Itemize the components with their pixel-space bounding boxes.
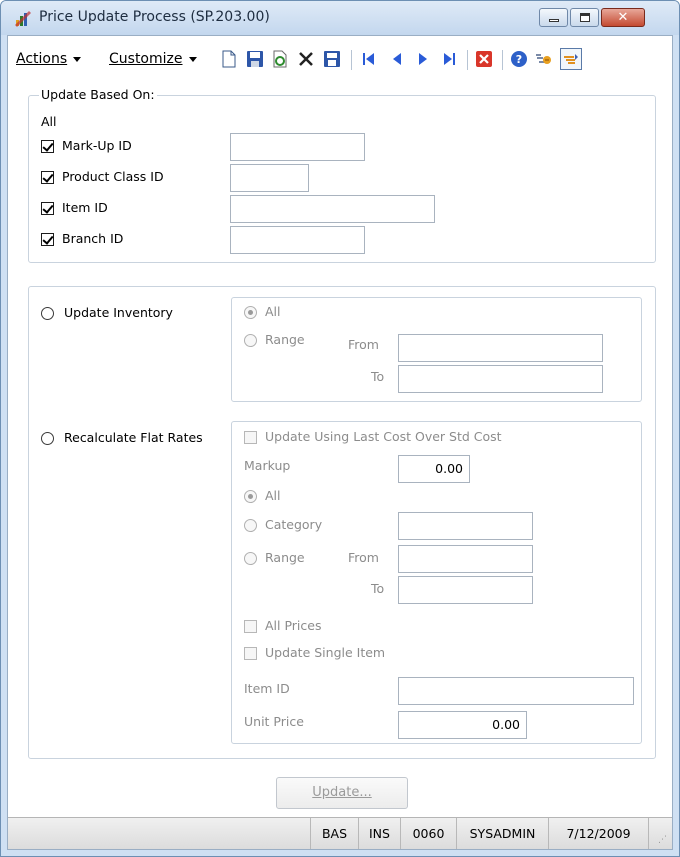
product-class-id-checkbox[interactable] xyxy=(41,171,54,184)
inventory-all-radio[interactable] xyxy=(244,306,257,319)
flat-rates-to-label: To xyxy=(371,581,385,596)
status-insert: INS xyxy=(358,818,400,849)
close-window-button[interactable]: ✕ xyxy=(601,8,645,27)
product-class-id-label: Product Class ID xyxy=(62,169,164,184)
window-title: Price Update Process (SP.203.00) xyxy=(39,9,270,25)
flat-rates-all-radio[interactable] xyxy=(244,490,257,503)
flat-rates-to-input[interactable] xyxy=(398,576,533,604)
update-button[interactable]: Update... xyxy=(276,777,408,809)
minimize-icon xyxy=(549,19,559,22)
category-radio[interactable] xyxy=(244,519,257,532)
minimize-button[interactable] xyxy=(539,8,568,27)
update-button-label: Update... xyxy=(312,785,372,800)
item-id-checkbox[interactable] xyxy=(41,202,54,215)
update-single-item-checkbox[interactable] xyxy=(244,647,257,660)
status-date: 7/12/2009 xyxy=(548,818,648,849)
actions-menu-label: Actions xyxy=(16,51,68,67)
app-logo-icon xyxy=(15,11,31,27)
use-last-cost-checkbox[interactable] xyxy=(244,431,257,444)
toolbar-separator xyxy=(467,50,468,70)
refresh-icon[interactable] xyxy=(271,50,289,68)
inventory-to-input[interactable] xyxy=(398,365,603,393)
new-document-icon[interactable] xyxy=(220,50,238,68)
inventory-from-label: From xyxy=(348,337,379,352)
flat-rates-all-label: All xyxy=(265,488,281,503)
update-inventory-radio[interactable] xyxy=(41,307,54,320)
maximize-icon xyxy=(580,13,590,22)
resize-grip-icon[interactable]: ⋰ xyxy=(658,835,668,845)
unit-price-label: Unit Price xyxy=(244,714,304,729)
inventory-range-radio[interactable] xyxy=(244,334,257,347)
cancel-icon[interactable] xyxy=(475,50,493,68)
customize-fields-icon[interactable] xyxy=(560,48,582,70)
single-item-id-input[interactable] xyxy=(398,677,634,705)
toolbar-separator xyxy=(502,50,503,70)
status-user: SYSADMIN xyxy=(456,818,548,849)
toolbar-separator xyxy=(351,50,352,70)
branch-id-input[interactable] xyxy=(230,226,365,254)
flat-rates-from-input[interactable] xyxy=(398,545,533,573)
previous-record-icon[interactable] xyxy=(388,50,406,68)
markup-input[interactable]: 0.00 xyxy=(398,455,470,483)
all-prices-checkbox[interactable] xyxy=(244,620,257,633)
actions-menu[interactable]: Actions xyxy=(16,51,82,67)
markup-id-checkbox[interactable] xyxy=(41,140,54,153)
update-single-item-label: Update Single Item xyxy=(265,645,386,660)
category-label: Category xyxy=(265,517,323,532)
all-prices-label: All Prices xyxy=(265,618,322,633)
product-class-id-input[interactable] xyxy=(230,164,309,192)
status-bar: BAS INS 0060 SYSADMIN 7/12/2009 ⋰ xyxy=(8,817,672,849)
markup-id-input[interactable] xyxy=(230,133,365,161)
status-mode: BAS xyxy=(310,818,358,849)
app-window: Price Update Process (SP.203.00) ✕ Actio… xyxy=(0,0,680,857)
inventory-to-label: To xyxy=(371,369,385,384)
markup-id-label: Mark-Up ID xyxy=(62,138,132,153)
markup-label: Markup xyxy=(244,458,291,473)
use-last-cost-label: Update Using Last Cost Over Std Cost xyxy=(265,429,502,444)
first-record-icon[interactable] xyxy=(360,50,378,68)
customize-menu-label: Customize xyxy=(109,51,183,67)
flat-rates-range-radio[interactable] xyxy=(244,552,257,565)
maximize-button[interactable] xyxy=(570,8,599,27)
delete-icon[interactable] xyxy=(297,50,315,68)
update-inventory-label: Update Inventory xyxy=(64,305,173,320)
close-icon: ✕ xyxy=(617,10,629,25)
item-id-label: Item ID xyxy=(62,200,108,215)
magic-wand-icon[interactable] xyxy=(535,50,553,68)
recalculate-flat-rates-radio[interactable] xyxy=(41,432,54,445)
chevron-down-icon xyxy=(188,56,197,62)
help-icon[interactable]: ? xyxy=(510,50,528,68)
chevron-down-icon xyxy=(73,56,82,62)
inventory-range-label: Range xyxy=(265,332,305,347)
inventory-all-label: All xyxy=(265,304,281,319)
branch-id-label: Branch ID xyxy=(62,231,124,246)
form-client-area: Actions Customize ? Update Based On: All… xyxy=(7,35,673,850)
recalculate-flat-rates-label: Recalculate Flat Rates xyxy=(64,430,203,445)
customize-menu[interactable]: Customize xyxy=(109,51,197,67)
update-based-on-all-label: All xyxy=(41,114,57,129)
toolbar: Actions Customize ? xyxy=(8,36,672,82)
svg-text:?: ? xyxy=(516,53,522,66)
status-company: 0060 xyxy=(400,818,456,849)
branch-id-checkbox[interactable] xyxy=(41,233,54,246)
flat-rates-from-label: From xyxy=(348,550,379,565)
last-record-icon[interactable] xyxy=(440,50,458,68)
item-id-input[interactable] xyxy=(230,195,435,223)
category-input[interactable] xyxy=(398,512,533,540)
update-based-on-legend: Update Based On: xyxy=(39,87,157,102)
save-all-icon[interactable] xyxy=(323,50,341,68)
save-icon[interactable] xyxy=(246,50,264,68)
single-item-id-label: Item ID xyxy=(244,681,290,696)
unit-price-input[interactable]: 0.00 xyxy=(398,711,527,739)
title-bar[interactable]: Price Update Process (SP.203.00) ✕ xyxy=(1,1,679,35)
inventory-from-input[interactable] xyxy=(398,334,603,362)
next-record-icon[interactable] xyxy=(414,50,432,68)
flat-rates-range-label: Range xyxy=(265,550,305,565)
